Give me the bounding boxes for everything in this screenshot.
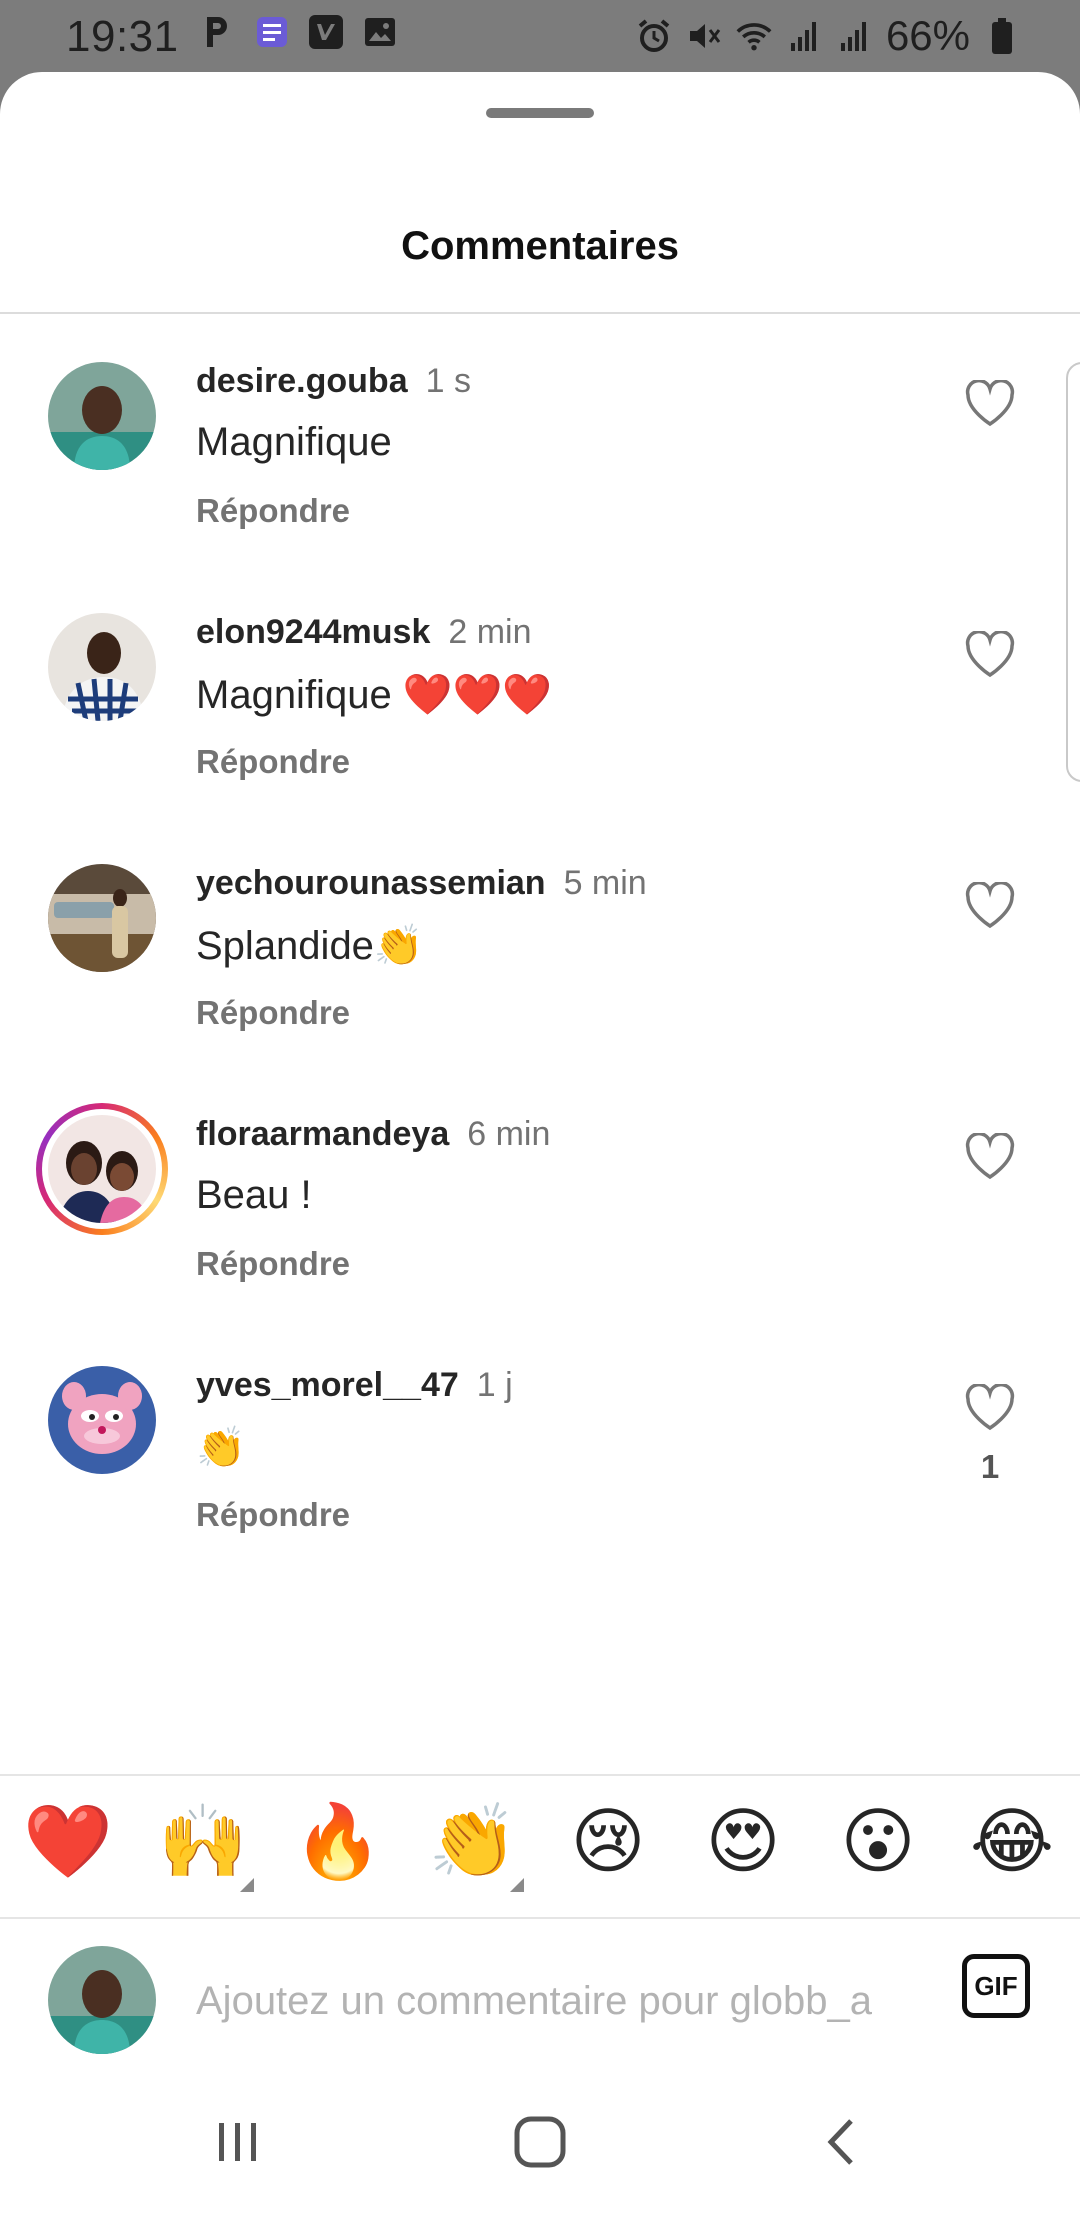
skin-tone-indicator-icon <box>510 1878 524 1892</box>
comment-time: 6 min <box>467 1115 551 1153</box>
comment-username[interactable]: yechourounassemian <box>196 864 546 902</box>
image-icon <box>362 14 398 50</box>
status-time: 19:31 <box>66 12 179 61</box>
vimeo-v-icon <box>308 14 344 50</box>
avatar[interactable] <box>48 864 156 972</box>
skin-tone-indicator-icon <box>240 1878 254 1892</box>
emoji-heart-button[interactable]: ❤️ <box>18 1792 118 1892</box>
comment-text: Beau ! <box>196 1173 312 1217</box>
comment-username[interactable]: elon9244musk <box>196 613 430 651</box>
comment-input[interactable] <box>196 1966 916 2036</box>
like-count: 1 <box>980 1448 1000 1485</box>
mute-icon <box>686 18 722 54</box>
status-right-icons: 66% <box>636 12 1020 60</box>
parking-p-icon <box>200 14 236 50</box>
emoji-fire-button[interactable]: 🔥 <box>288 1792 388 1892</box>
divider <box>0 312 1080 314</box>
avatar[interactable] <box>48 1366 156 1474</box>
reply-button[interactable]: Répondre <box>196 1496 350 1534</box>
comment-item: floraarmandeya 6 min Beau ! Répondre <box>0 1103 1080 1365</box>
emoji-heart-eyes-button[interactable]: 😍 <box>693 1792 793 1892</box>
drag-handle[interactable] <box>486 108 594 118</box>
gif-button[interactable]: GIF <box>962 1954 1030 2018</box>
reply-button[interactable]: Répondre <box>196 994 350 1032</box>
status-bar: 19:31 66% <box>0 0 1080 72</box>
comment-time: 1 j <box>476 1366 513 1404</box>
emoji-laughing-button[interactable]: 😂 <box>962 1792 1062 1892</box>
home-icon[interactable] <box>500 2102 580 2182</box>
divider <box>0 1774 1080 1776</box>
story-ring-avatar[interactable] <box>36 1103 168 1235</box>
comment-item: yves_morel__47 1 j 👏 Répondre 1 <box>0 1366 1080 1616</box>
signal-icon <box>786 18 822 54</box>
comments-sheet: Commentaires desire.gouba 1 s Magnifique … <box>0 72 1080 2220</box>
comment-item: elon9244musk 2 min Magnifique ❤️❤️❤️ Répo… <box>0 613 1080 863</box>
reply-button[interactable]: Répondre <box>196 743 350 781</box>
status-left-icons <box>200 14 398 50</box>
avatar[interactable] <box>48 362 156 470</box>
comment-text: Magnifique <box>196 420 392 464</box>
emoji-surprised-button[interactable]: 😮 <box>828 1792 928 1892</box>
heart-icon[interactable] <box>964 378 1016 428</box>
comment-header: desire.gouba 1 s <box>196 362 471 401</box>
heart-icon[interactable] <box>964 1382 1016 1432</box>
comment-username[interactable]: yves_morel__47 <box>196 1366 459 1404</box>
wifi-icon <box>736 18 772 54</box>
reply-button[interactable]: Répondre <box>196 492 350 530</box>
reply-button[interactable]: Répondre <box>196 1245 350 1283</box>
comment-text: Magnifique ❤️❤️❤️ <box>196 673 553 717</box>
comment-text: 👏 <box>196 1426 246 1470</box>
notes-icon <box>254 14 290 50</box>
divider <box>0 1917 1080 1919</box>
signal-icon <box>836 18 872 54</box>
emoji-clap-button[interactable]: 👏 <box>423 1792 523 1892</box>
comment-time: 1 s <box>425 362 471 400</box>
comment-header: yechourounassemian 5 min <box>196 864 647 903</box>
system-nav-bar <box>0 2062 1080 2220</box>
emoji-reaction-bar: ❤️ 🙌 🔥 👏 😢 😍 😮 😂 <box>0 1792 1080 1902</box>
sheet-title: Commentaires <box>401 224 679 268</box>
comment-time: 5 min <box>563 864 647 902</box>
comment-header: yves_morel__47 1 j <box>196 1366 513 1405</box>
avatar[interactable] <box>48 613 156 721</box>
battery-icon <box>984 18 1020 54</box>
alarm-icon <box>636 18 672 54</box>
comment-header: elon9244musk 2 min <box>196 613 532 652</box>
comment-username[interactable]: floraarmandeya <box>196 1115 449 1153</box>
heart-icon[interactable] <box>964 629 1016 679</box>
comment-username[interactable]: desire.gouba <box>196 362 408 400</box>
comment-item: desire.gouba 1 s Magnifique Répondre <box>0 362 1080 612</box>
comment-text: Splandide👏 <box>196 924 424 968</box>
emoji-raised-hands-button[interactable]: 🙌 <box>153 1792 253 1892</box>
comment-header: floraarmandeya 6 min <box>196 1115 550 1154</box>
back-icon[interactable] <box>802 2102 882 2182</box>
emoji-crying-button[interactable]: 😢 <box>558 1792 658 1892</box>
comment-item: yechourounassemian 5 min Splandide👏 Répon… <box>0 864 1080 1114</box>
current-user-avatar <box>48 1946 156 2054</box>
heart-icon[interactable] <box>964 1131 1016 1181</box>
comment-time: 2 min <box>448 613 532 651</box>
battery-percent: 66% <box>885 12 970 59</box>
recent-apps-icon[interactable] <box>198 2102 278 2182</box>
heart-icon[interactable] <box>964 880 1016 930</box>
comment-input-row: GIF <box>0 1946 1080 2066</box>
